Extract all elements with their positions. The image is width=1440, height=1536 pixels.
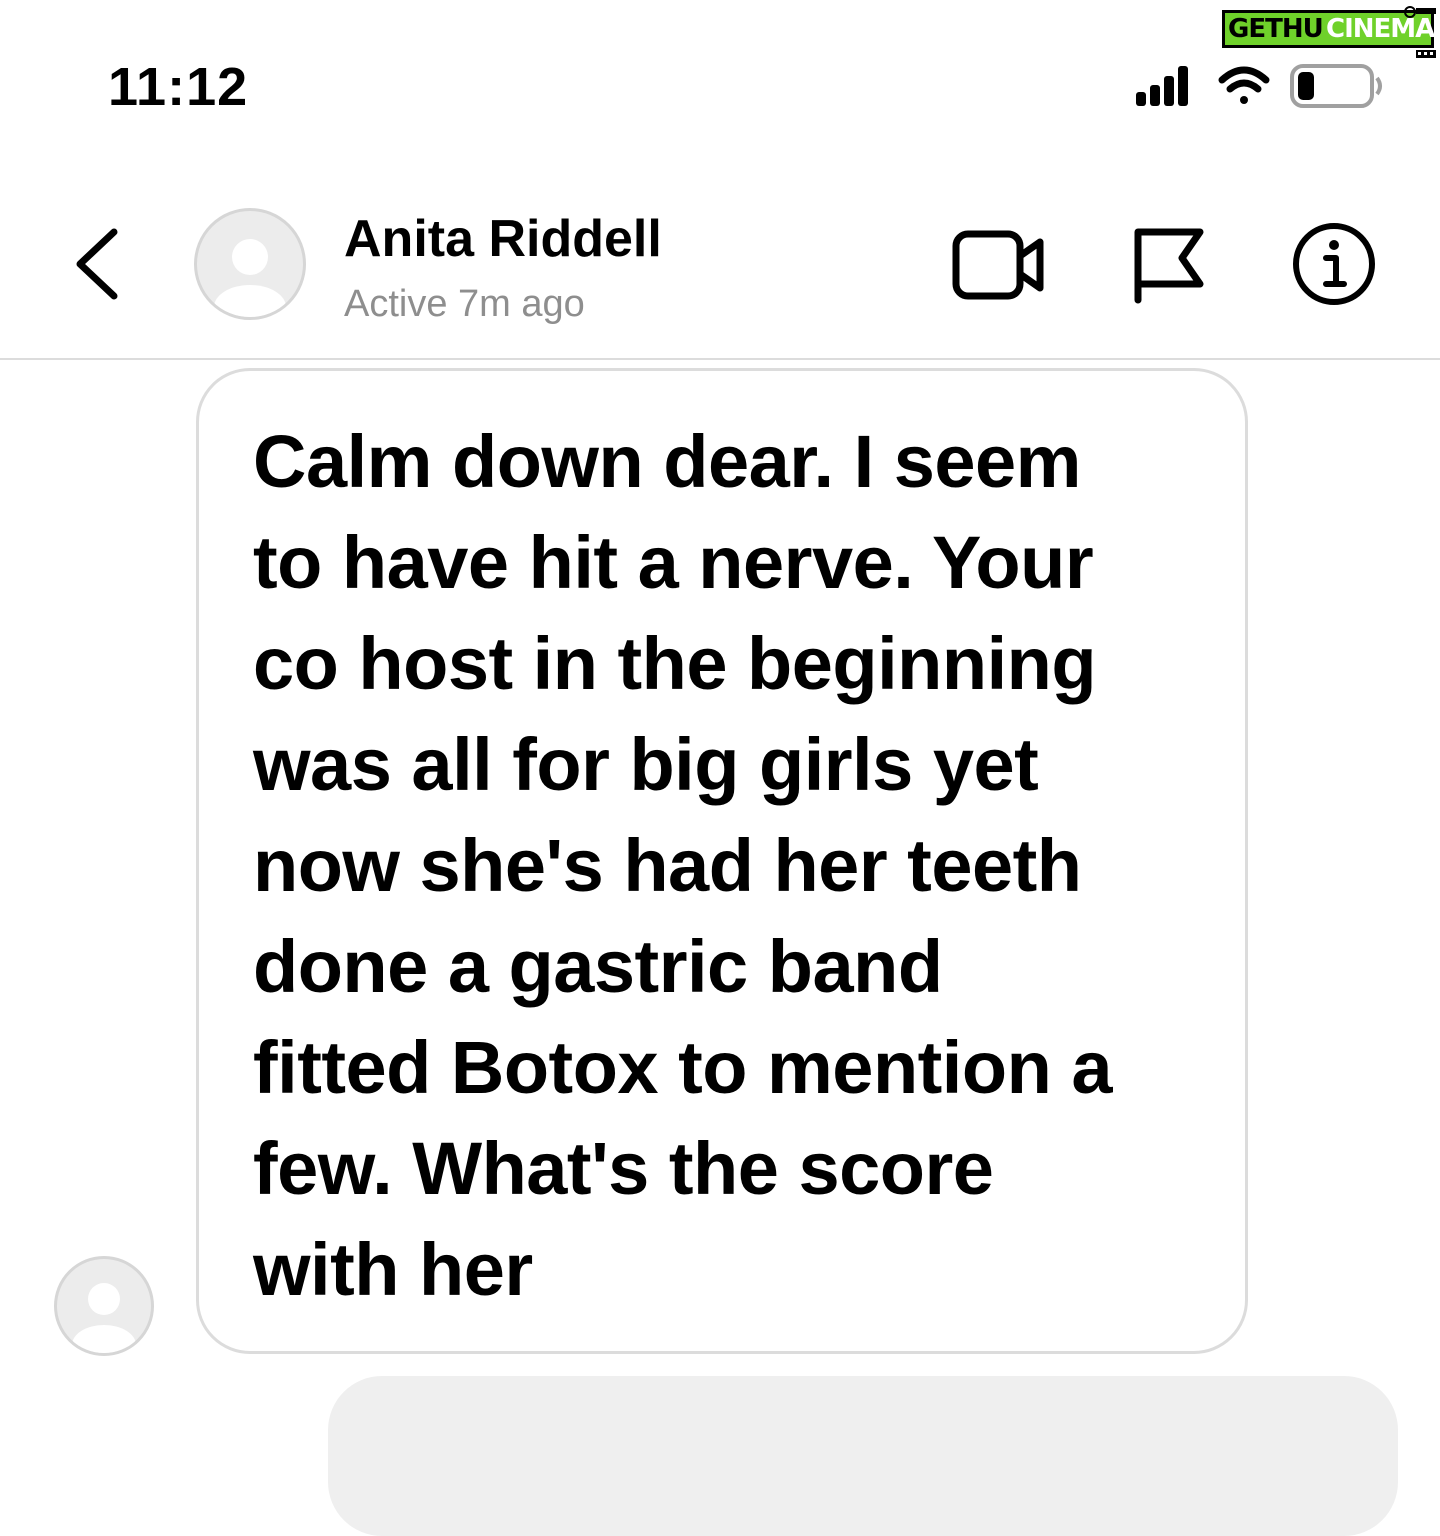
- contact-avatar[interactable]: [194, 208, 306, 320]
- contact-active-status: Active 7m ago: [344, 283, 585, 325]
- received-message-bubble[interactable]: Calm down dear. I seem to have hit a ner…: [196, 368, 1248, 1354]
- contact-name[interactable]: Anita Riddell: [344, 208, 662, 270]
- film-reel-icon: [1404, 6, 1436, 58]
- person-placeholder-icon: [214, 239, 286, 317]
- person-placeholder-icon: [72, 1283, 136, 1353]
- wifi-icon: [1218, 66, 1270, 104]
- cellular-signal-icon: [1136, 66, 1188, 106]
- received-message-text: Calm down dear. I seem to have hit a ner…: [253, 420, 1113, 1311]
- battery-low-icon: [1290, 64, 1382, 108]
- watermark-text-gethu: GETHU: [1228, 14, 1324, 44]
- watermark-logo: GETHU CINEMA: [1222, 6, 1436, 58]
- flag-icon[interactable]: [1126, 218, 1212, 310]
- sent-message-bubble[interactable]: [328, 1376, 1398, 1536]
- header-divider: [0, 358, 1440, 360]
- info-icon[interactable]: [1288, 218, 1380, 310]
- sender-avatar[interactable]: [54, 1256, 154, 1356]
- status-time: 11:12: [108, 57, 249, 117]
- video-call-icon[interactable]: [948, 218, 1048, 310]
- chevron-left-icon[interactable]: [68, 222, 128, 306]
- status-icons: [1136, 64, 1382, 108]
